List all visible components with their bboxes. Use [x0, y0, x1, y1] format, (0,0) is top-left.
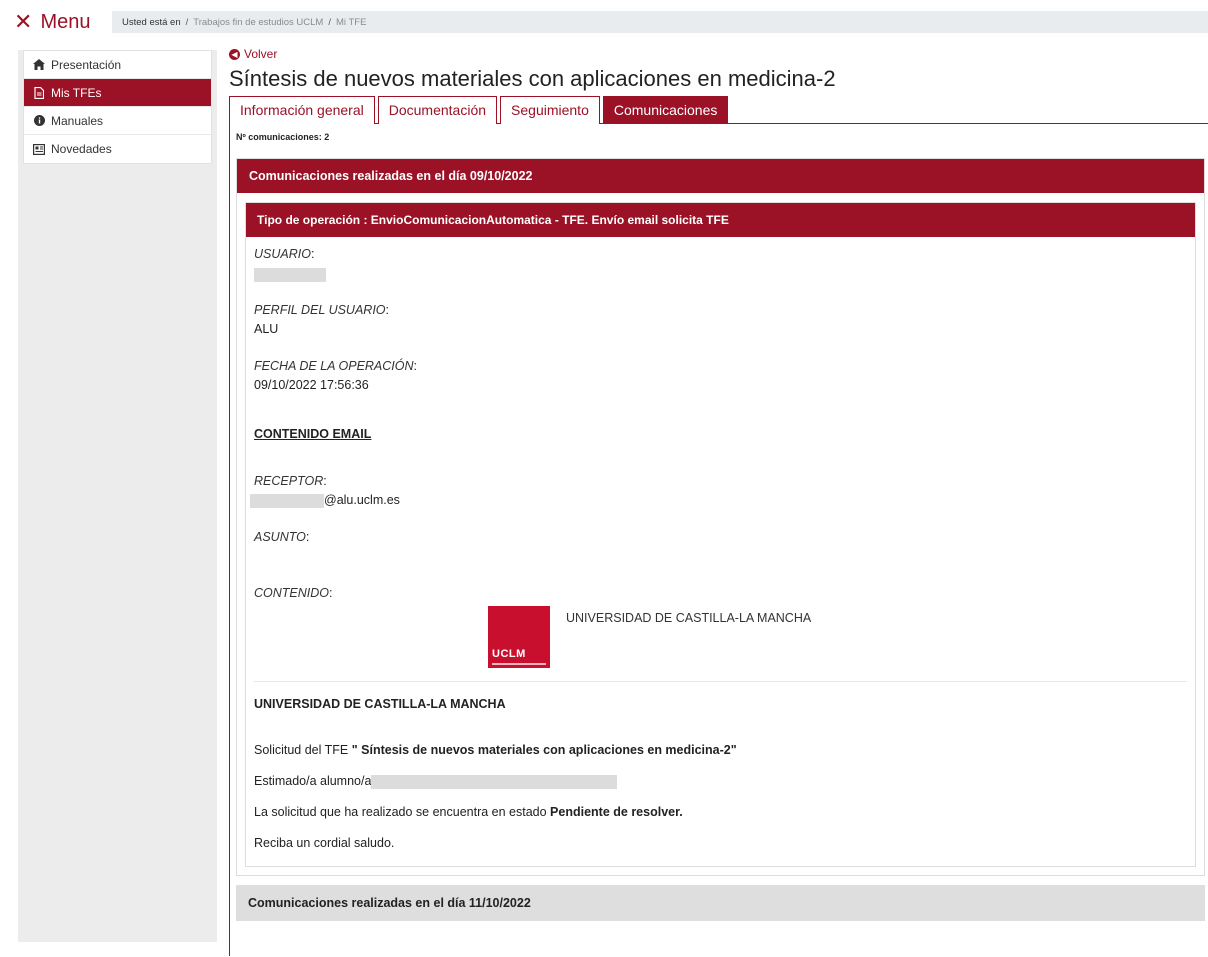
panel-body: Tipo de operación : EnvioComunicacionAut… — [237, 193, 1204, 875]
tab-informacion-general[interactable]: Información general — [229, 96, 375, 124]
solicitud-title: " Síntesis de nuevos materiales con apli… — [351, 743, 737, 757]
sidebar-item-novedades[interactable]: Novedades — [24, 135, 211, 163]
breadcrumb-separator: / — [328, 16, 331, 28]
redacted-name — [371, 774, 618, 789]
receptor-domain: @alu.uclm.es — [324, 493, 400, 507]
logo-university-name: UNIVERSIDAD DE CASTILLA-LA MANCHA — [566, 611, 812, 625]
perfil-value: ALU — [254, 322, 279, 336]
fecha-label: FECHA DE LA OPERACIÓN — [254, 359, 414, 373]
uclm-logo: UCLM — [488, 606, 550, 668]
document-icon — [32, 86, 46, 99]
communications-count: Nº comunicaciones: 2 — [236, 132, 330, 142]
redacted-user — [254, 267, 326, 282]
close-icon: ✕ — [14, 9, 33, 34]
sidebar-item-presentacion[interactable]: Presentación — [24, 51, 211, 79]
breadcrumb-link-trabajos[interactable]: Trabajos fin de estudios UCLM — [193, 17, 323, 28]
sidebar-item-label: Novedades — [51, 142, 112, 156]
divider — [254, 681, 1187, 682]
breadcrumb-prefix: Usted está en — [122, 16, 181, 28]
estimado-text: Estimado/a alumno/a — [254, 774, 372, 788]
solicitud-line: Solicitud del TFE " Síntesis de nuevos m… — [254, 743, 1187, 774]
back-link[interactable]: ◀ Volver — [229, 44, 1208, 64]
operation-card: Tipo de operación : EnvioComunicacionAut… — [245, 202, 1196, 867]
receptor-label: RECEPTOR — [254, 474, 324, 488]
redacted-email — [250, 493, 324, 508]
operation-header: Tipo de operación : EnvioComunicacionAut… — [246, 203, 1195, 237]
sidebar: Presentación Mis TFEs Manuales Novedades — [18, 50, 217, 942]
tab-bar: Información general Documentación Seguim… — [229, 96, 1208, 124]
breadcrumb-separator: / — [185, 16, 189, 28]
email-logo-row: UCLM UNIVERSIDAD DE CASTILLA-LA MANCHA — [254, 606, 1187, 668]
perfil-label: PERFIL DEL USUARIO — [254, 303, 386, 317]
fecha-value: 09/10/2022 17:56:36 — [254, 378, 369, 392]
colon: : — [305, 530, 310, 544]
logo-text: UCLM — [492, 648, 526, 660]
logo-underline — [492, 663, 546, 665]
colon: : — [413, 359, 418, 373]
sidebar-item-label: Mis TFEs — [51, 85, 102, 100]
colon: : — [385, 303, 390, 317]
panel-header[interactable]: Comunicaciones realizadas en el día 09/1… — [237, 159, 1204, 193]
estimado-line: Estimado/a alumno/a — [254, 774, 1187, 805]
menu-label: Menu — [40, 10, 91, 33]
estado-line: La solicitud que ha realizado se encuent… — [254, 805, 1187, 836]
asunto-label: ASUNTO — [254, 530, 306, 544]
communications-panel-1: Comunicaciones realizadas en el día 09/1… — [236, 158, 1205, 876]
estado-value: Pendiente de resolver. — [550, 805, 683, 819]
sidebar-item-mis-tfes[interactable]: Mis TFEs — [24, 79, 211, 107]
colon: : — [310, 247, 315, 261]
solicitud-prefix: Solicitud del TFE — [254, 743, 352, 757]
arrow-left-icon: ◀ — [229, 48, 240, 60]
operation-body: USUARIO: PERFIL DEL USUARIO: ALU FECHA D… — [246, 237, 1195, 866]
tab-comunicaciones[interactable]: Comunicaciones — [602, 96, 729, 124]
email-heading: UNIVERSIDAD DE CASTILLA-LA MANCHA — [254, 697, 506, 711]
sidebar-item-manuales[interactable]: Manuales — [24, 107, 211, 135]
communications-panel-2-header[interactable]: Comunicaciones realizadas en el día 11/1… — [236, 885, 1205, 921]
colon: : — [323, 474, 327, 488]
contenido-email-heading: CONTENIDO EMAIL — [254, 427, 372, 441]
tab-documentacion[interactable]: Documentación — [377, 96, 498, 124]
contenido-label: CONTENIDO — [254, 586, 329, 600]
sidebar-menu: Presentación Mis TFEs Manuales Novedades — [23, 50, 212, 164]
tab-content: Nº comunicaciones: 2 Comunicaciones real… — [229, 124, 1208, 956]
sidebar-item-label: Presentación — [51, 57, 122, 72]
home-icon — [32, 59, 46, 70]
newspaper-icon — [32, 143, 46, 155]
main-content: ◀ Volver Síntesis de nuevos materiales c… — [229, 44, 1208, 956]
page-title: Síntesis de nuevos materiales con aplica… — [229, 66, 836, 91]
usuario-label: USUARIO — [254, 247, 311, 261]
menu-toggle-button[interactable]: ✕ Menu — [14, 9, 90, 35]
tab-seguimiento[interactable]: Seguimiento — [500, 96, 600, 124]
info-icon — [32, 115, 46, 126]
saludo-line: Reciba un cordial saludo. — [254, 836, 395, 850]
estado-prefix: La solicitud que ha realizado se encuent… — [254, 805, 551, 819]
breadcrumb-link-mi-tfe[interactable]: Mi TFE — [336, 17, 366, 28]
colon: : — [329, 586, 333, 600]
back-label: Volver — [244, 47, 278, 61]
breadcrumb: Usted está en / Trabajos fin de estudios… — [112, 11, 1208, 33]
sidebar-item-label: Manuales — [51, 113, 104, 128]
